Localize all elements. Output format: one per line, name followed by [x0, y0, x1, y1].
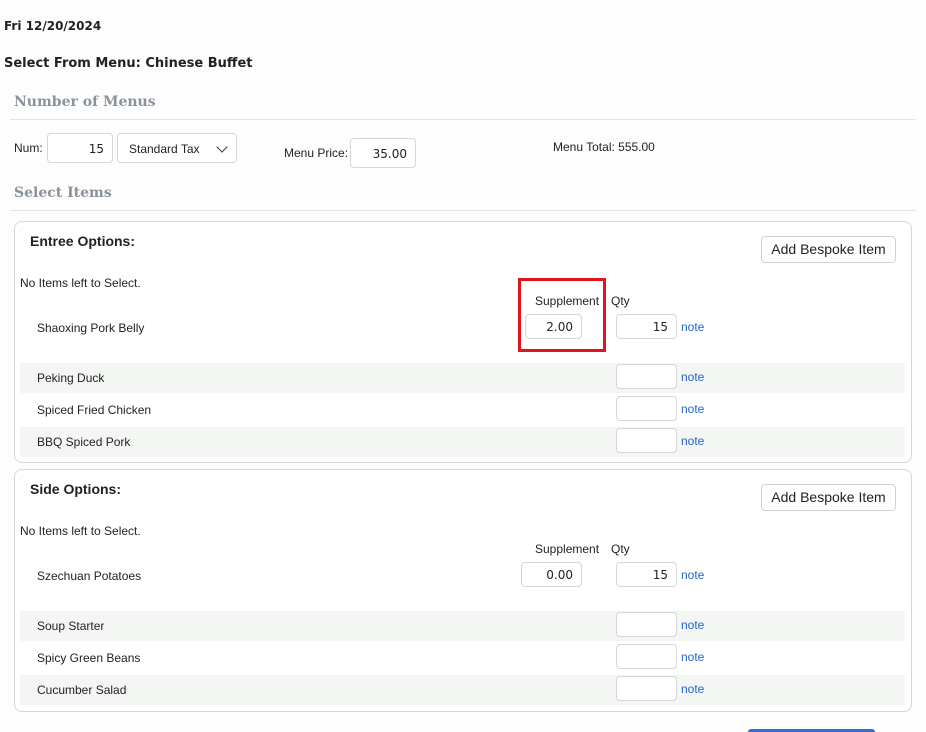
side-item-name: Spicy Green Beans — [37, 651, 141, 665]
select-items-heading: Select Items — [14, 185, 112, 201]
note-link[interactable]: note — [681, 568, 704, 582]
table-row — [20, 427, 905, 457]
qty-input[interactable] — [616, 396, 677, 421]
note-link[interactable]: note — [681, 370, 704, 384]
entree-options-title: Entree Options: — [30, 233, 136, 249]
note-link[interactable]: note — [681, 434, 704, 448]
table-row — [20, 363, 905, 393]
menu-total: Menu Total: 555.00 — [553, 140, 655, 154]
supplement-input[interactable]: 0.00 — [521, 562, 582, 587]
divider — [10, 210, 916, 211]
side-item-name: Soup Starter — [37, 619, 105, 633]
menu-price-input[interactable]: 35.00 — [350, 138, 416, 168]
tax-select[interactable]: Standard Tax — [117, 133, 237, 163]
side-item-name: Szechuan Potatoes — [37, 569, 142, 583]
side-item-name: Cucumber Salad — [37, 683, 127, 697]
note-link[interactable]: note — [681, 650, 704, 664]
note-link[interactable]: note — [681, 682, 704, 696]
supplement-header: Supplement — [535, 542, 600, 556]
entree-item-name: BBQ Spiced Pork — [37, 435, 131, 449]
qty-input[interactable] — [616, 428, 677, 453]
note-link[interactable]: note — [681, 402, 704, 416]
order-date: Fri 12/20/2024 — [4, 19, 102, 33]
side-options-title: Side Options: — [30, 481, 121, 497]
menu-title: Select From Menu: Chinese Buffet — [4, 56, 253, 71]
entree-item-name: Shaoxing Pork Belly — [37, 321, 145, 335]
supplement-highlight-box — [518, 278, 606, 352]
note-link[interactable]: note — [681, 320, 704, 334]
qty-input[interactable] — [616, 644, 677, 669]
qty-header: Qty — [611, 542, 630, 556]
qty-input[interactable]: 15 — [616, 562, 677, 587]
num-label: Num: — [14, 141, 43, 155]
qty-input[interactable] — [616, 364, 677, 389]
add-bespoke-item-button[interactable]: Add Bespoke Item — [761, 236, 896, 263]
menu-price-label: Menu Price: — [284, 146, 349, 160]
num-menus-input[interactable]: 15 — [47, 133, 113, 163]
qty-input[interactable]: 15 — [616, 314, 677, 339]
table-row — [20, 611, 905, 641]
number-of-menus-heading: Number of Menus — [14, 94, 156, 110]
entree-status-text: No Items left to Select. — [20, 276, 141, 290]
chevron-down-icon — [216, 141, 228, 153]
qty-header: Qty — [611, 294, 630, 308]
divider — [10, 119, 916, 120]
table-row — [20, 675, 905, 705]
qty-input[interactable] — [616, 612, 677, 637]
side-status-text: No Items left to Select. — [20, 524, 141, 538]
qty-input[interactable] — [616, 676, 677, 701]
tax-select-value: Standard Tax — [129, 142, 200, 156]
note-link[interactable]: note — [681, 618, 704, 632]
entree-item-name: Spiced Fried Chicken — [37, 403, 152, 417]
add-bespoke-item-button[interactable]: Add Bespoke Item — [761, 484, 896, 511]
entree-item-name: Peking Duck — [37, 371, 105, 385]
